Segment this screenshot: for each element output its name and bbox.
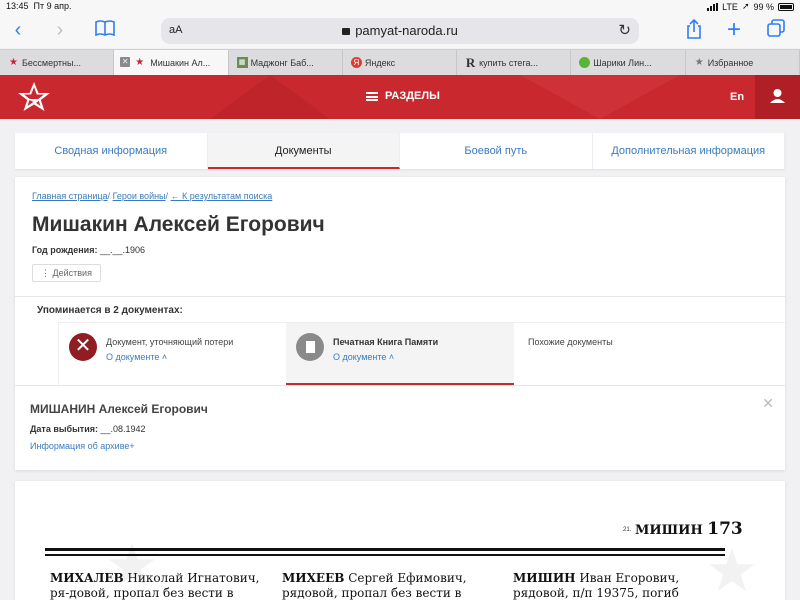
- breadcrumb-heroes[interactable]: Герои войны: [113, 191, 166, 201]
- document-icon: [296, 333, 324, 361]
- header-decoration: [520, 75, 680, 119]
- lock-icon: [342, 28, 351, 35]
- status-time: 13:45 Пт 9 апр.: [6, 1, 72, 11]
- tab-documents[interactable]: Документы: [207, 133, 400, 169]
- url-text: pamyat-naroda.ru: [161, 23, 639, 38]
- birth-year: Год рождения: __.__.1906: [32, 245, 146, 255]
- content-tabs: Сводная информация Документы Боевой путь…: [15, 133, 785, 169]
- user-button[interactable]: [755, 75, 800, 119]
- more-vertical-icon: ⋮: [41, 268, 50, 278]
- browser-tab[interactable]: Rкупить стега...: [457, 50, 572, 75]
- scan-rule: [45, 554, 725, 556]
- star-icon: ★: [135, 57, 145, 68]
- browser-tab[interactable]: ★ Избранное: [686, 50, 800, 75]
- new-tab-icon[interactable]: +: [722, 18, 746, 43]
- browser-tab[interactable]: ▦ Маджонг Баб...: [229, 50, 343, 75]
- reload-icon[interactable]: ↻: [618, 21, 631, 39]
- about-document-link[interactable]: О документе ˄: [106, 352, 167, 362]
- yandex-icon: Я: [350, 57, 362, 68]
- site-logo[interactable]: [14, 81, 54, 113]
- person-card: Главная страница/ Герои войны/ ← К резул…: [15, 177, 785, 470]
- record-name: МИШАНИН Алексей Егорович: [30, 402, 208, 416]
- network-label: LTE: [722, 1, 738, 12]
- battery-icon: [778, 2, 794, 11]
- back-to-results-link[interactable]: ← К результатам поиска: [171, 191, 273, 201]
- address-bar[interactable]: aA pamyat-naroda.ru ↻: [161, 18, 639, 44]
- language-switch[interactable]: En: [730, 91, 744, 103]
- divider: [15, 385, 785, 386]
- signal-icon: [707, 2, 719, 11]
- scan-column: МИШИН Иван Егорович, рядовой, п/п 19375,…: [513, 571, 680, 600]
- chevron-up-icon: ˄: [388, 352, 395, 362]
- scan-header: МИШИН 173: [635, 519, 743, 539]
- browser-toolbar: ‹ › aA pamyat-naroda.ru ↻ +: [0, 14, 800, 48]
- tabs-overview-icon[interactable]: [764, 19, 788, 43]
- close-tab-icon[interactable]: ✕: [120, 57, 131, 67]
- document-title: Документ, уточняющий потери: [106, 337, 234, 347]
- site-header: РАЗДЕЛЫ En: [0, 75, 800, 119]
- page-title: Мишакин Алексей Егорович: [32, 213, 325, 236]
- mahjong-icon: ▦: [236, 57, 248, 68]
- star-icon: ★: [694, 57, 704, 68]
- document-item-active[interactable]: Печатная Книга Памяти О документе ˄: [286, 323, 514, 385]
- browser-tab[interactable]: Шарики Лин...: [571, 50, 686, 75]
- browser-tab-active[interactable]: ✕ ★ Мишакин Ал...: [114, 50, 229, 75]
- browser-tab[interactable]: ★ Бессмертны...: [0, 50, 115, 75]
- similar-documents-label: Похожие документы: [528, 337, 613, 347]
- back-icon[interactable]: ‹: [6, 19, 30, 43]
- r-icon: R: [465, 55, 476, 70]
- bookmarks-icon[interactable]: [93, 19, 117, 43]
- document-item[interactable]: ✕ Документ, уточняющий потери О документ…: [58, 323, 286, 385]
- header-decoration: [210, 75, 330, 119]
- location-icon: ➚: [741, 1, 750, 11]
- documents-list: ✕ Документ, уточняющий потери О документ…: [58, 322, 785, 385]
- scan-column: МИХЕЕВ Сергей Ефимович, рядовой, пропал …: [282, 571, 467, 600]
- share-icon[interactable]: [682, 18, 706, 43]
- star-icon: ★: [9, 57, 18, 68]
- browser-tabs: ★ Бессмертны... ✕ ★ Мишакин Ал... ▦ Маджонг …: [0, 49, 800, 75]
- status-bar: 13:45 Пт 9 апр. LTE ➚ 99 %: [0, 0, 800, 14]
- actions-button[interactable]: ⋮ Действия: [32, 264, 101, 282]
- ball-icon: [579, 57, 591, 68]
- breadcrumb: Главная страница/ Герои войны/ ← К резул…: [32, 191, 273, 201]
- tab-additional-info[interactable]: Дополнительная информация: [593, 133, 785, 169]
- divider: [15, 296, 785, 297]
- chevron-up-icon: ˄: [161, 352, 168, 362]
- tab-battle-path[interactable]: Боевой путь: [400, 133, 593, 169]
- browser-tab[interactable]: Я Яндекс: [343, 50, 458, 75]
- close-circle-icon: ✕: [69, 333, 97, 361]
- scan-rule: [45, 548, 725, 551]
- archive-info-link[interactable]: Информация об архиве+: [30, 441, 135, 451]
- forward-icon[interactable]: ›: [48, 19, 72, 43]
- scanned-document: ★ ★ 21. МИШИН 173 МИХАЛЕВ Николай Игнато…: [15, 481, 785, 600]
- about-document-link[interactable]: О документе ˄: [333, 352, 394, 362]
- user-icon: [770, 89, 785, 103]
- scan-column: МИХАЛЕВ Николай Игнатович, ря-довой, про…: [50, 571, 260, 600]
- sections-menu-button[interactable]: РАЗДЕЛЫ: [366, 90, 440, 102]
- documents-heading: Упоминается в 2 документах:: [37, 305, 183, 316]
- battery-label: 99 %: [753, 1, 774, 12]
- status-right: LTE ➚ 99 %: [707, 1, 794, 12]
- scan-mark: 21.: [623, 527, 632, 533]
- tab-summary[interactable]: Сводная информация: [15, 133, 208, 169]
- breadcrumb-home[interactable]: Главная страница: [32, 191, 108, 201]
- document-title: Печатная Книга Памяти: [333, 337, 439, 347]
- menu-icon: [366, 91, 378, 101]
- similar-documents[interactable]: Похожие документы: [514, 323, 785, 385]
- close-icon[interactable]: ✕: [762, 395, 774, 412]
- death-date: Дата выбытия: __.08.1942: [30, 424, 146, 434]
